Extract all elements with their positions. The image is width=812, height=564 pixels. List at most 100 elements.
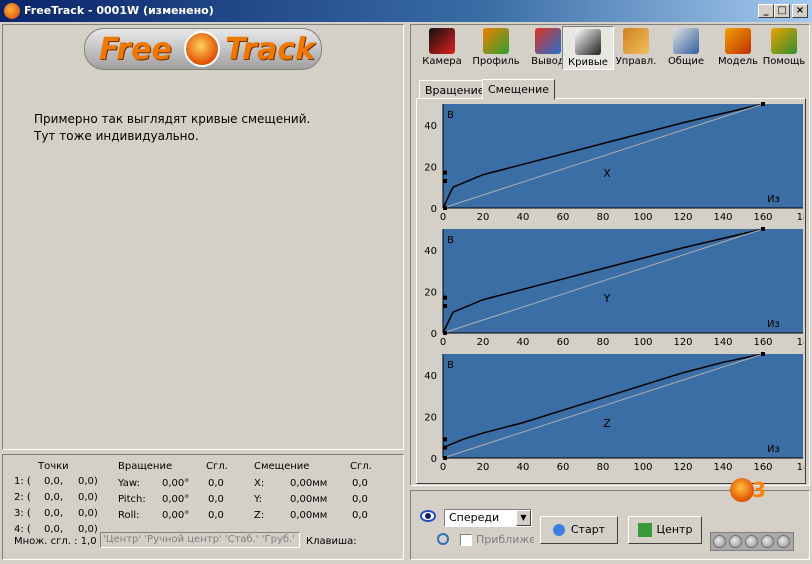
y-axis-label: В — [447, 235, 454, 246]
series-name-label: X — [603, 167, 611, 180]
toolbar-button-1[interactable]: Профиль — [470, 26, 522, 70]
point-id: 3: ( — [14, 508, 31, 519]
x-tick-label: 20 — [477, 337, 490, 348]
plot-area — [443, 104, 803, 208]
app-icon[interactable] — [4, 3, 20, 19]
key-label: Клавиша: — [306, 536, 357, 547]
led-indicator — [777, 535, 790, 548]
control-point — [443, 456, 447, 460]
tab-translation[interactable]: Смещение — [482, 79, 555, 100]
point-y: 0,0) — [78, 524, 98, 535]
points-header: Точки — [38, 461, 69, 472]
chevron-down-icon[interactable]: ▼ — [516, 510, 531, 526]
x-tick-label: 100 — [633, 462, 652, 473]
start-label: Старт — [570, 523, 606, 536]
x-tick-label: 40 — [517, 212, 530, 223]
control-point — [443, 437, 447, 442]
plot-area — [443, 229, 803, 333]
toolbar-button-3[interactable]: Кривые — [562, 26, 614, 70]
maximize-button[interactable]: □ — [774, 4, 790, 18]
model-icon — [725, 28, 751, 54]
point-x: 0,0, — [44, 524, 64, 535]
x-tick-label: 60 — [557, 212, 570, 223]
x-tick-label: 100 — [633, 337, 652, 348]
translation-name: X: — [254, 478, 265, 489]
close-button[interactable]: × — [792, 4, 808, 18]
control-point — [761, 352, 765, 356]
center-button[interactable]: Центр — [628, 516, 702, 544]
logo-text-free: Free — [99, 32, 172, 67]
toolbar-button-4[interactable]: Управл. — [610, 26, 662, 70]
x-tick-label: 140 — [713, 462, 732, 473]
start-button[interactable]: Старт — [540, 516, 618, 544]
control-point — [761, 227, 765, 231]
x-tick-label: 60 — [557, 462, 570, 473]
x-tick-label: 20 — [477, 212, 490, 223]
point-x: 0,0, — [44, 492, 64, 503]
center-icon — [637, 523, 652, 537]
eye-icon — [420, 510, 436, 522]
rotation-name: Pitch: — [118, 494, 146, 505]
led-indicator — [761, 535, 774, 548]
translation-smooth: 0,0 — [352, 494, 368, 505]
point-y: 0,0) — [78, 508, 98, 519]
series-name-label: Y — [603, 292, 611, 305]
freetrack-head-icon — [730, 478, 754, 502]
rotation-value: 0,00° — [162, 494, 190, 505]
info-panel — [2, 24, 404, 450]
description-line-2: Тут тоже индивидуально. — [34, 129, 199, 143]
y-tick-label: 40 — [424, 246, 437, 257]
zoom-checkbox[interactable] — [460, 534, 472, 546]
curves-icon — [575, 29, 601, 55]
chart-z[interactable]: 0 20 40 0 20 40 60 80 100 120 140 160 18 В Из Z — [417, 352, 809, 476]
x-tick-label: 40 — [517, 337, 530, 348]
hotkey-list[interactable]: 'Центр' 'Ручной центр' 'Стаб.' 'Груб.' — [100, 532, 300, 548]
rotation-name: Roll: — [118, 510, 140, 521]
control-point — [761, 102, 765, 106]
description-line-1: Примерно так выглядят кривые смещений. — [34, 112, 311, 126]
control-icon — [623, 28, 649, 54]
x-tick-label: 140 — [713, 337, 732, 348]
x-tick-label: 18 — [797, 462, 804, 473]
tab-rotation[interactable]: Вращение — [419, 80, 491, 99]
rotation-header: Вращение — [118, 461, 173, 472]
point-y: 0,0) — [78, 476, 98, 487]
toolbar-button-6[interactable]: Модель — [712, 26, 764, 70]
toolbar-button-7[interactable]: Помощь — [758, 26, 810, 70]
logo-text-track: Track — [225, 32, 315, 67]
view-select[interactable]: Спереди ▼ — [444, 509, 532, 527]
control-point — [443, 170, 447, 175]
view-select-value: Спереди — [449, 511, 500, 524]
window-title: FreeTrack - 0001W (изменено) — [24, 4, 214, 17]
x-tick-label: 120 — [673, 462, 692, 473]
translation-value: 0,00мм — [290, 494, 328, 505]
x-tick-label: 120 — [673, 212, 692, 223]
x-tick-label: 20 — [477, 462, 490, 473]
toolbar-label: Кривые — [568, 57, 608, 68]
freetrack-logo: Free Track — [84, 28, 322, 70]
rotation-smooth-header: Сгл. — [206, 461, 228, 472]
chart-x[interactable]: 0 20 40 0 20 40 60 80 100 120 140 160 18 В Из X — [417, 102, 809, 226]
rotation-value: 0,00° — [162, 478, 190, 489]
x-tick-label: 160 — [753, 212, 772, 223]
control-point — [443, 206, 447, 210]
toolbar-button-5[interactable]: Общие — [660, 26, 712, 70]
toolbar-button-0[interactable]: Камера — [416, 26, 468, 70]
y-tick-label: 20 — [424, 412, 437, 423]
control-point — [443, 295, 447, 300]
chart-y[interactable]: 0 20 40 0 20 40 60 80 100 120 140 160 18 В Из Y — [417, 227, 809, 351]
translation-smooth: 0,0 — [352, 510, 368, 521]
control-point — [443, 445, 447, 450]
led-indicator — [745, 535, 758, 548]
x-tick-label: 80 — [597, 337, 610, 348]
rotation-smooth: 0,0 — [208, 510, 224, 521]
translation-value: 0,00мм — [290, 510, 328, 521]
x-tick-label: 100 — [633, 212, 652, 223]
logo-head-icon — [184, 31, 220, 67]
minimize-button[interactable]: _ — [758, 4, 774, 18]
title-bar[interactable]: FreeTrack - 0001W (изменено) _ □ × — [0, 0, 812, 22]
x-tick-label: 160 — [753, 337, 772, 348]
point-id: 1: ( — [14, 476, 31, 487]
point-x: 0,0, — [44, 476, 64, 487]
x-axis-label: Из — [767, 194, 780, 205]
